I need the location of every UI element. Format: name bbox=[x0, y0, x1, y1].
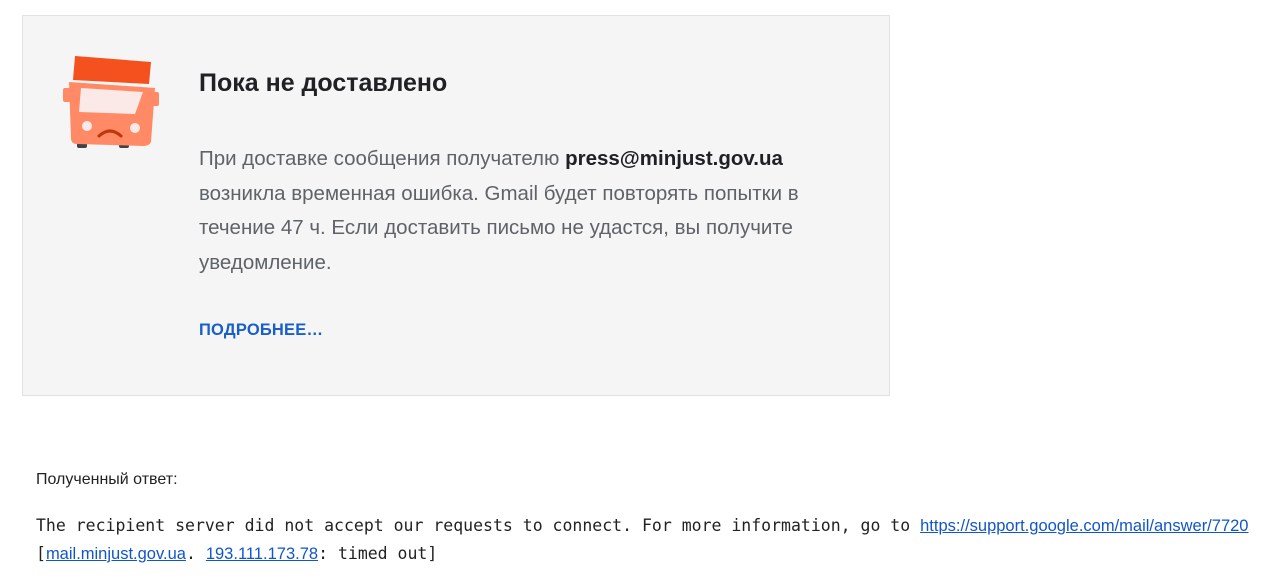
server-response: The recipient server did not accept our … bbox=[36, 512, 1271, 568]
help-article-link[interactable]: https://support.google.com/mail/answer/7… bbox=[920, 517, 1248, 535]
host-separator: . bbox=[185, 544, 206, 563]
response-label: Полученный ответ: bbox=[36, 471, 178, 488]
mail-host-link[interactable]: mail.minjust.gov.ua bbox=[46, 545, 186, 563]
message-text-end: возникла временная ошибка. Gmail будет п… bbox=[199, 181, 799, 274]
notice-title: Пока не доставлено bbox=[199, 69, 448, 97]
ip-address-link[interactable]: 193.111.173.78 bbox=[206, 545, 318, 563]
learn-more-link[interactable]: ПОДРОБНЕЕ… bbox=[199, 321, 323, 340]
response-text-start: The recipient server did not accept our … bbox=[36, 516, 921, 535]
sad-truck-icon bbox=[63, 56, 159, 148]
bracket-open: [ bbox=[36, 544, 46, 563]
response-text-end: : timed out] bbox=[318, 544, 438, 563]
recipient-email: press@minjust.gov.ua bbox=[565, 147, 783, 170]
message-text-start: При доставке сообщения получателю bbox=[199, 147, 566, 170]
delivery-status-card: Пока не доставлено При доставке сообщени… bbox=[22, 15, 890, 396]
notice-message: При доставке сообщения получателю press@… bbox=[199, 142, 859, 280]
